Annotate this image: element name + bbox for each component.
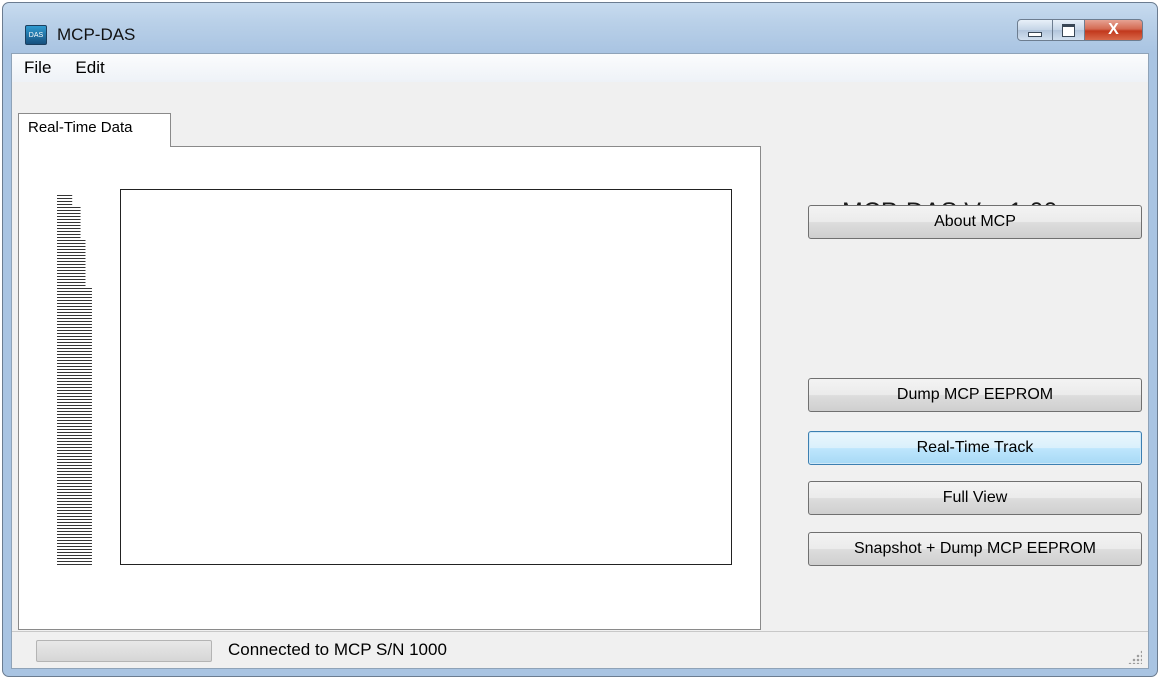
minimize-icon <box>1028 31 1042 37</box>
client-area: File Edit Real-Time Data MCP-DAS Ver 1.0… <box>11 53 1149 669</box>
title-bar[interactable]: DAS MCP-DAS X <box>3 3 1157 53</box>
about-mcp-button[interactable]: About MCP <box>808 205 1142 239</box>
menu-file[interactable]: File <box>14 54 61 82</box>
close-button[interactable]: X <box>1085 19 1143 41</box>
tab-real-time-data[interactable]: Real-Time Data <box>18 113 171 147</box>
maximize-button[interactable] <box>1053 19 1085 41</box>
status-text: Connected to MCP S/N 1000 <box>228 640 447 659</box>
close-icon: X <box>1108 21 1119 38</box>
progress-bar <box>36 640 212 662</box>
app-icon[interactable]: DAS <box>25 25 47 45</box>
y-axis-tick-labels <box>57 195 92 567</box>
menu-edit[interactable]: Edit <box>65 54 114 82</box>
full-view-button[interactable]: Full View <box>808 481 1142 515</box>
tab-page-real-time-data <box>18 146 761 630</box>
snapshot-dump-button[interactable]: Snapshot + Dump MCP EEPROM <box>808 532 1142 566</box>
real-time-track-button[interactable]: Real-Time Track <box>808 431 1142 465</box>
menu-bar: File Edit <box>12 54 1148 82</box>
window-title: MCP-DAS <box>57 25 136 44</box>
minimize-button[interactable] <box>1017 19 1053 41</box>
dump-eeprom-button[interactable]: Dump MCP EEPROM <box>808 378 1142 412</box>
main-window: DAS MCP-DAS X File Edit Real-Time Data M… <box>2 2 1158 677</box>
plot-area <box>120 189 732 565</box>
maximize-icon <box>1062 23 1075 37</box>
status-bar: Connected to MCP S/N 1000 <box>12 631 1148 668</box>
window-controls: X <box>1017 19 1143 43</box>
resize-grip-icon[interactable] <box>1128 650 1142 664</box>
